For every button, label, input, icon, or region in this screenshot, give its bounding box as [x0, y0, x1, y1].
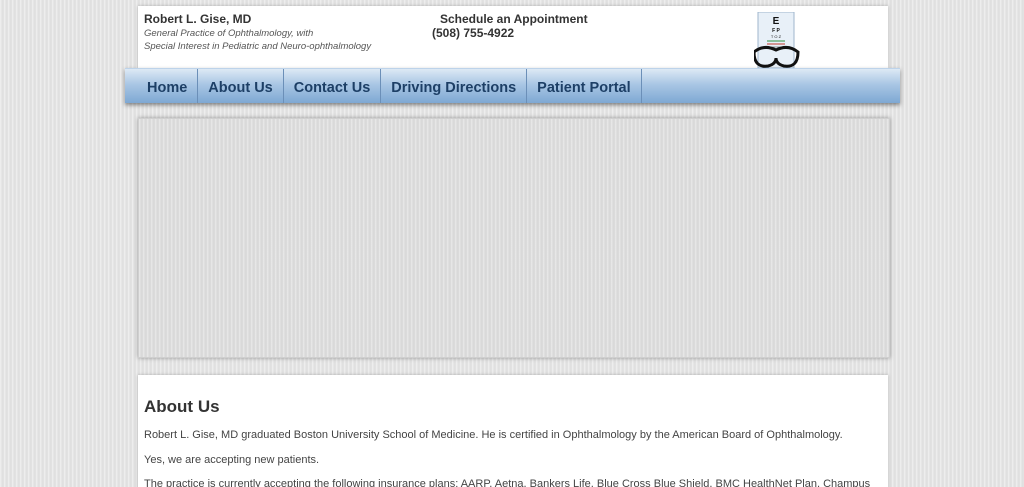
svg-text:E: E — [773, 16, 780, 27]
section-heading: About Us — [144, 397, 220, 416]
doctor-name: Robert L. Gise, MD — [144, 12, 252, 26]
site-header: Robert L. Gise, MD General Practice of O… — [138, 6, 888, 69]
nav-patient-portal[interactable]: Patient Portal — [527, 69, 642, 103]
about-paragraph-new-patients: Yes, we are accepting new patients. — [144, 454, 320, 466]
nav-contact-us[interactable]: Contact Us — [284, 69, 382, 103]
practice-description-line2: Special Interest in Pediatric and Neuro-… — [144, 41, 372, 52]
practice-description-line1: General Practice of Ophthalmology, with — [144, 28, 314, 39]
nav-home[interactable]: Home — [125, 69, 199, 103]
nav-driving-directions[interactable]: Driving Directions — [381, 69, 528, 103]
about-paragraph-education: Robert L. Gise, MD graduated Boston Univ… — [144, 429, 843, 441]
schedule-appointment-title: Schedule an Appointment — [440, 12, 588, 26]
about-paragraph-insurance: The practice is currently accepting the … — [144, 478, 871, 487]
svg-text:T O Z: T O Z — [771, 34, 782, 39]
appointment-phone[interactable]: (508) 755-4922 — [432, 26, 514, 40]
nav-about-us[interactable]: About Us — [198, 69, 284, 103]
eye-chart-glasses-icon: E F P T O Z — [752, 11, 800, 69]
about-us-section: About Us Robert L. Gise, MD graduated Bo… — [138, 375, 888, 487]
banner-area — [138, 118, 890, 358]
main-navigation: Home About Us Contact Us Driving Directi… — [125, 68, 900, 103]
